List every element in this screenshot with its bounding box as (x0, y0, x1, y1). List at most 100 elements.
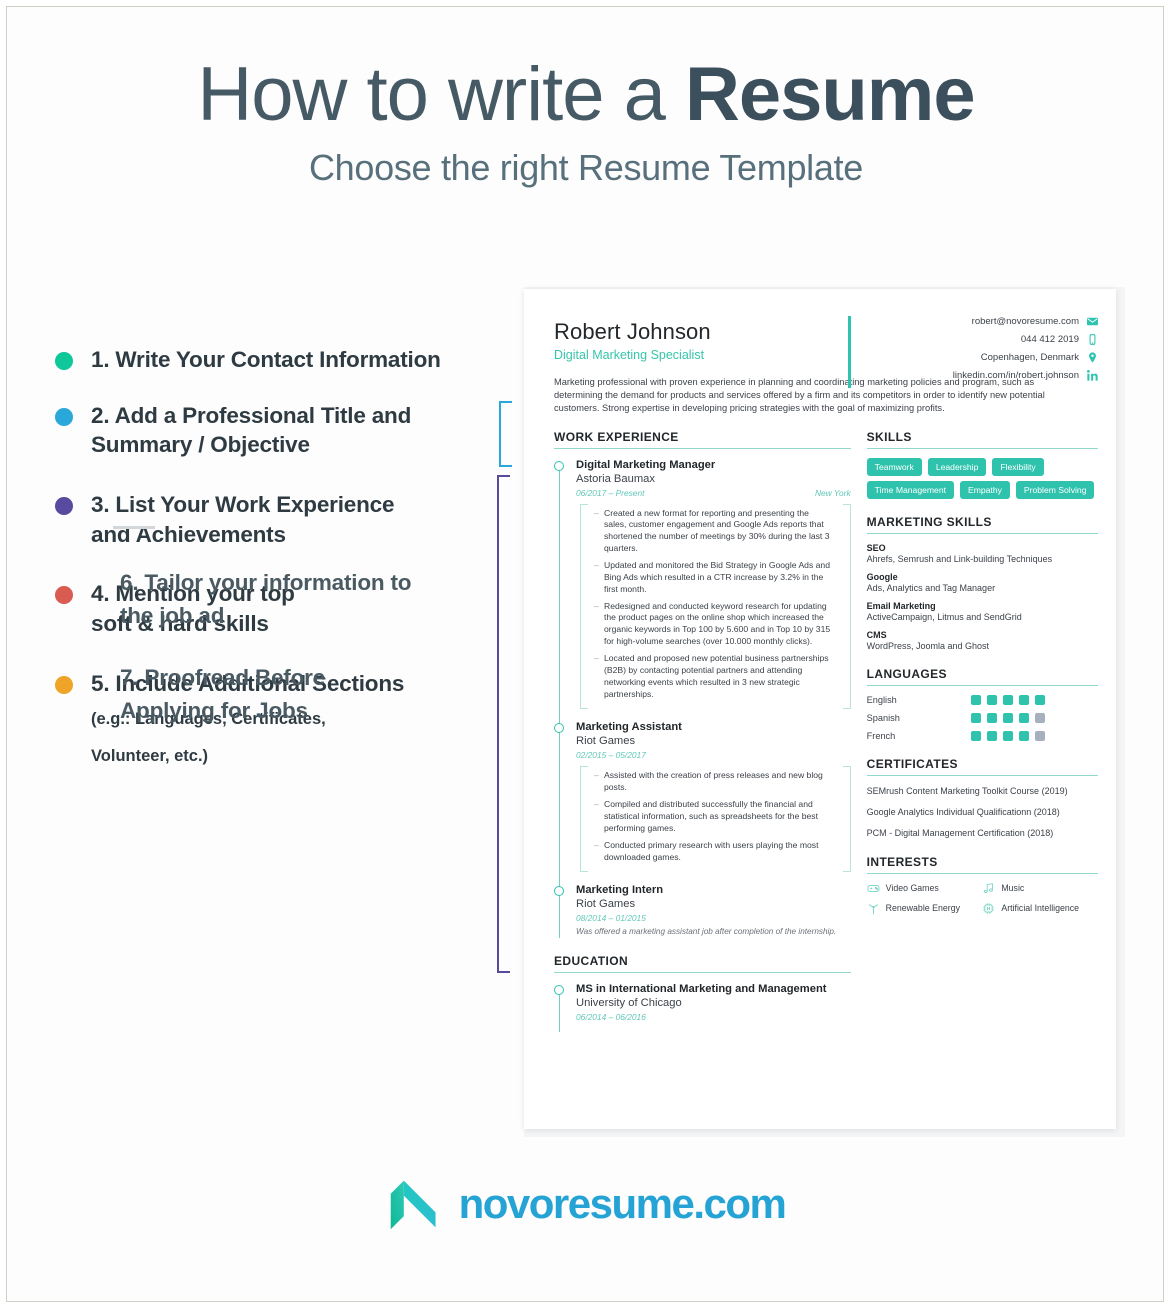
bullet-dash-icon: – (594, 799, 599, 810)
section-title-certificates: CERTIFICATES (866, 757, 1098, 776)
steps-divider (113, 526, 155, 529)
job-bullet: – Redesigned and conducted keyword resear… (594, 601, 833, 648)
job-entry-1: Digital Marketing Manager Astoria Baumax… (554, 458, 851, 710)
job-company-1: Astoria Baumax (576, 472, 655, 485)
contact-location-text: Copenhagen, Denmark (980, 352, 1079, 363)
bullet-text: Assisted with the creation of press rele… (604, 770, 823, 793)
language-name: French (866, 730, 896, 741)
bullet-text: Created a new format for reporting and p… (604, 507, 830, 554)
job-meta-1: 06/2017 – Present New York (576, 488, 851, 498)
resume-contact-list: robert@novoresume.com 044 412 2019 Copen… (848, 316, 1098, 388)
marketing-skill-item: Email Marketing ActiveCampaign, Litmus a… (867, 601, 1098, 622)
step-bullet-dot-1 (55, 352, 73, 370)
bullet-text: Compiled and distributed successfully th… (604, 799, 818, 833)
bullet-text: Updated and monitored the Bid Strategy i… (604, 560, 830, 594)
languages-list: English Spanish French (866, 694, 1098, 741)
interest-item-renewable-energy: Renewable Energy (867, 903, 983, 915)
job-bullet: – Assisted with the creation of press rel… (594, 770, 833, 794)
job-meta-2: 02/2015 – 05/2017 (576, 750, 851, 760)
page-frame: How to write a Resume Choose the right R… (6, 6, 1164, 1302)
contact-email: robert@novoresume.com (861, 316, 1098, 327)
resume-side-column: SKILLS Teamwork Leadership Flexibility T… (866, 430, 1098, 1035)
job-company-3: Riot Games (576, 898, 636, 911)
language-name: English (866, 694, 897, 705)
education-entry-1: MS in International Marketing and Manage… (554, 982, 851, 1022)
marketing-skills-list: SEO Ahrefs, Semrush and Link-building Te… (867, 543, 1098, 651)
interest-label: Renewable Energy (885, 902, 960, 913)
job-bullet: – Conducted primary research with users p… (594, 840, 833, 864)
interests-list: Video Games Music Renewable Energy Artif… (867, 883, 1098, 923)
job-bullet: – Created a new format for reporting and … (594, 508, 833, 555)
language-row: French (866, 730, 1098, 741)
skill-tag: Flexibility (992, 457, 1044, 476)
bullet-text: Located and proposed new potential busin… (604, 653, 829, 699)
bullet-text: Redesigned and conducted keyword researc… (604, 600, 831, 647)
job-entry-2: Marketing Assistant Riot Games 02/2015 –… (554, 720, 851, 873)
job-date-2: 02/2015 – 05/2017 (576, 750, 646, 761)
page-title-light: How to write a (197, 52, 685, 137)
job-bullet: – Compiled and distributed successfully t… (594, 799, 833, 835)
job-meta-3: 08/2014 – 01/2015 (576, 913, 851, 923)
language-level-meter (970, 694, 1045, 705)
language-name: Spanish (866, 712, 900, 723)
work-timeline: Digital Marketing Manager Astoria Baumax… (554, 458, 851, 939)
section-title-marketing-skills: MARKETING SKILLS (866, 515, 1098, 534)
annotation-bracket-experience (497, 475, 510, 973)
step-label-2: 2. Add a Professional Title and Summary … (91, 402, 412, 458)
marketing-skill-name: SEO (866, 542, 886, 553)
bullet-dash-icon: – (594, 600, 599, 611)
certificates-list: SEMrush Content Marketing Toolkit Course… (867, 785, 1098, 839)
footer-branding: novoresume.com (7, 1175, 1165, 1233)
job-bullet: – Located and proposed new potential busi… (594, 653, 833, 700)
gamepad-icon (867, 882, 880, 895)
hero-header: How to write a Resume Choose the right R… (7, 55, 1165, 189)
marketing-skill-item: SEO Ahrefs, Semrush and Link-building Te… (867, 543, 1098, 564)
level-dot (970, 730, 981, 741)
skill-tag: Leadership (927, 457, 987, 476)
section-title-work-experience: WORK EXPERIENCE (554, 430, 851, 449)
step-bullet-dot-3 (55, 497, 73, 516)
marketing-skill-name: CMS (866, 629, 887, 640)
language-level-meter (970, 730, 1045, 741)
education-meta-1: 06/2014 – 06/2016 (576, 1012, 851, 1022)
level-dot (970, 694, 981, 705)
certificate-item: SEMrush Content Marketing Toolkit Course… (866, 785, 1068, 796)
level-dot (986, 730, 997, 741)
interest-item-artificial-intelligence: Artificial Intelligence (982, 903, 1098, 915)
interest-item-video-games: Video Games (867, 883, 983, 895)
novoresume-logo-text: novoresume.com (458, 1180, 787, 1227)
language-row: English (866, 694, 1098, 705)
certificate-item: Google Analytics Individual Qualificatio… (866, 806, 1060, 817)
step-label-3: 3. List Your Work Experience and Achieve… (91, 492, 395, 547)
bullet-dash-icon: – (594, 507, 599, 518)
job-company-2: Riot Games (576, 735, 636, 748)
level-dot (1002, 694, 1013, 705)
contact-linkedin: linkedin.com/in/robert.johnson (861, 370, 1098, 381)
step-item-1: 1. Write Your Contact Information (55, 345, 505, 375)
level-dot (1034, 694, 1045, 705)
marketing-skill-desc: Ads, Analytics and Tag Manager (866, 582, 996, 593)
job-bullets-2: – Assisted with the creation of press rel… (580, 766, 851, 873)
step-item-2: 2. Add a Professional Title and Summary … (55, 401, 505, 460)
location-pin-icon (1087, 352, 1098, 363)
email-icon (1087, 316, 1098, 327)
bullet-dash-icon: – (594, 839, 599, 850)
marketing-skill-desc: Ahrefs, Semrush and Link-building Techni… (866, 553, 1053, 564)
contact-phone-text: 044 412 2019 (1020, 334, 1079, 345)
contact-email-text: robert@novoresume.com (971, 316, 1079, 327)
level-dot (1002, 730, 1013, 741)
contact-location: Copenhagen, Denmark (861, 352, 1098, 363)
resume-preview: Robert Johnson Digital Marketing Special… (497, 277, 1125, 1137)
education-date-1: 06/2014 – 06/2016 (576, 1011, 646, 1022)
certificate-item: PCM - Digital Management Certification (… (866, 827, 1054, 838)
bullet-dash-icon: – (594, 653, 599, 664)
section-title-interests: INTERESTS (866, 855, 1098, 874)
level-dot (970, 712, 981, 723)
resume-document: Robert Johnson Digital Marketing Special… (524, 289, 1116, 1129)
step-label-1: 1. Write Your Contact Information (91, 347, 441, 372)
job-title-2: Marketing Assistant (576, 721, 682, 734)
resume-header: Robert Johnson Digital Marketing Special… (524, 289, 1116, 388)
skill-tag: Problem Solving (1015, 480, 1095, 499)
step-bullet-dot-5 (55, 675, 73, 694)
job-location-1: New York (814, 487, 851, 498)
